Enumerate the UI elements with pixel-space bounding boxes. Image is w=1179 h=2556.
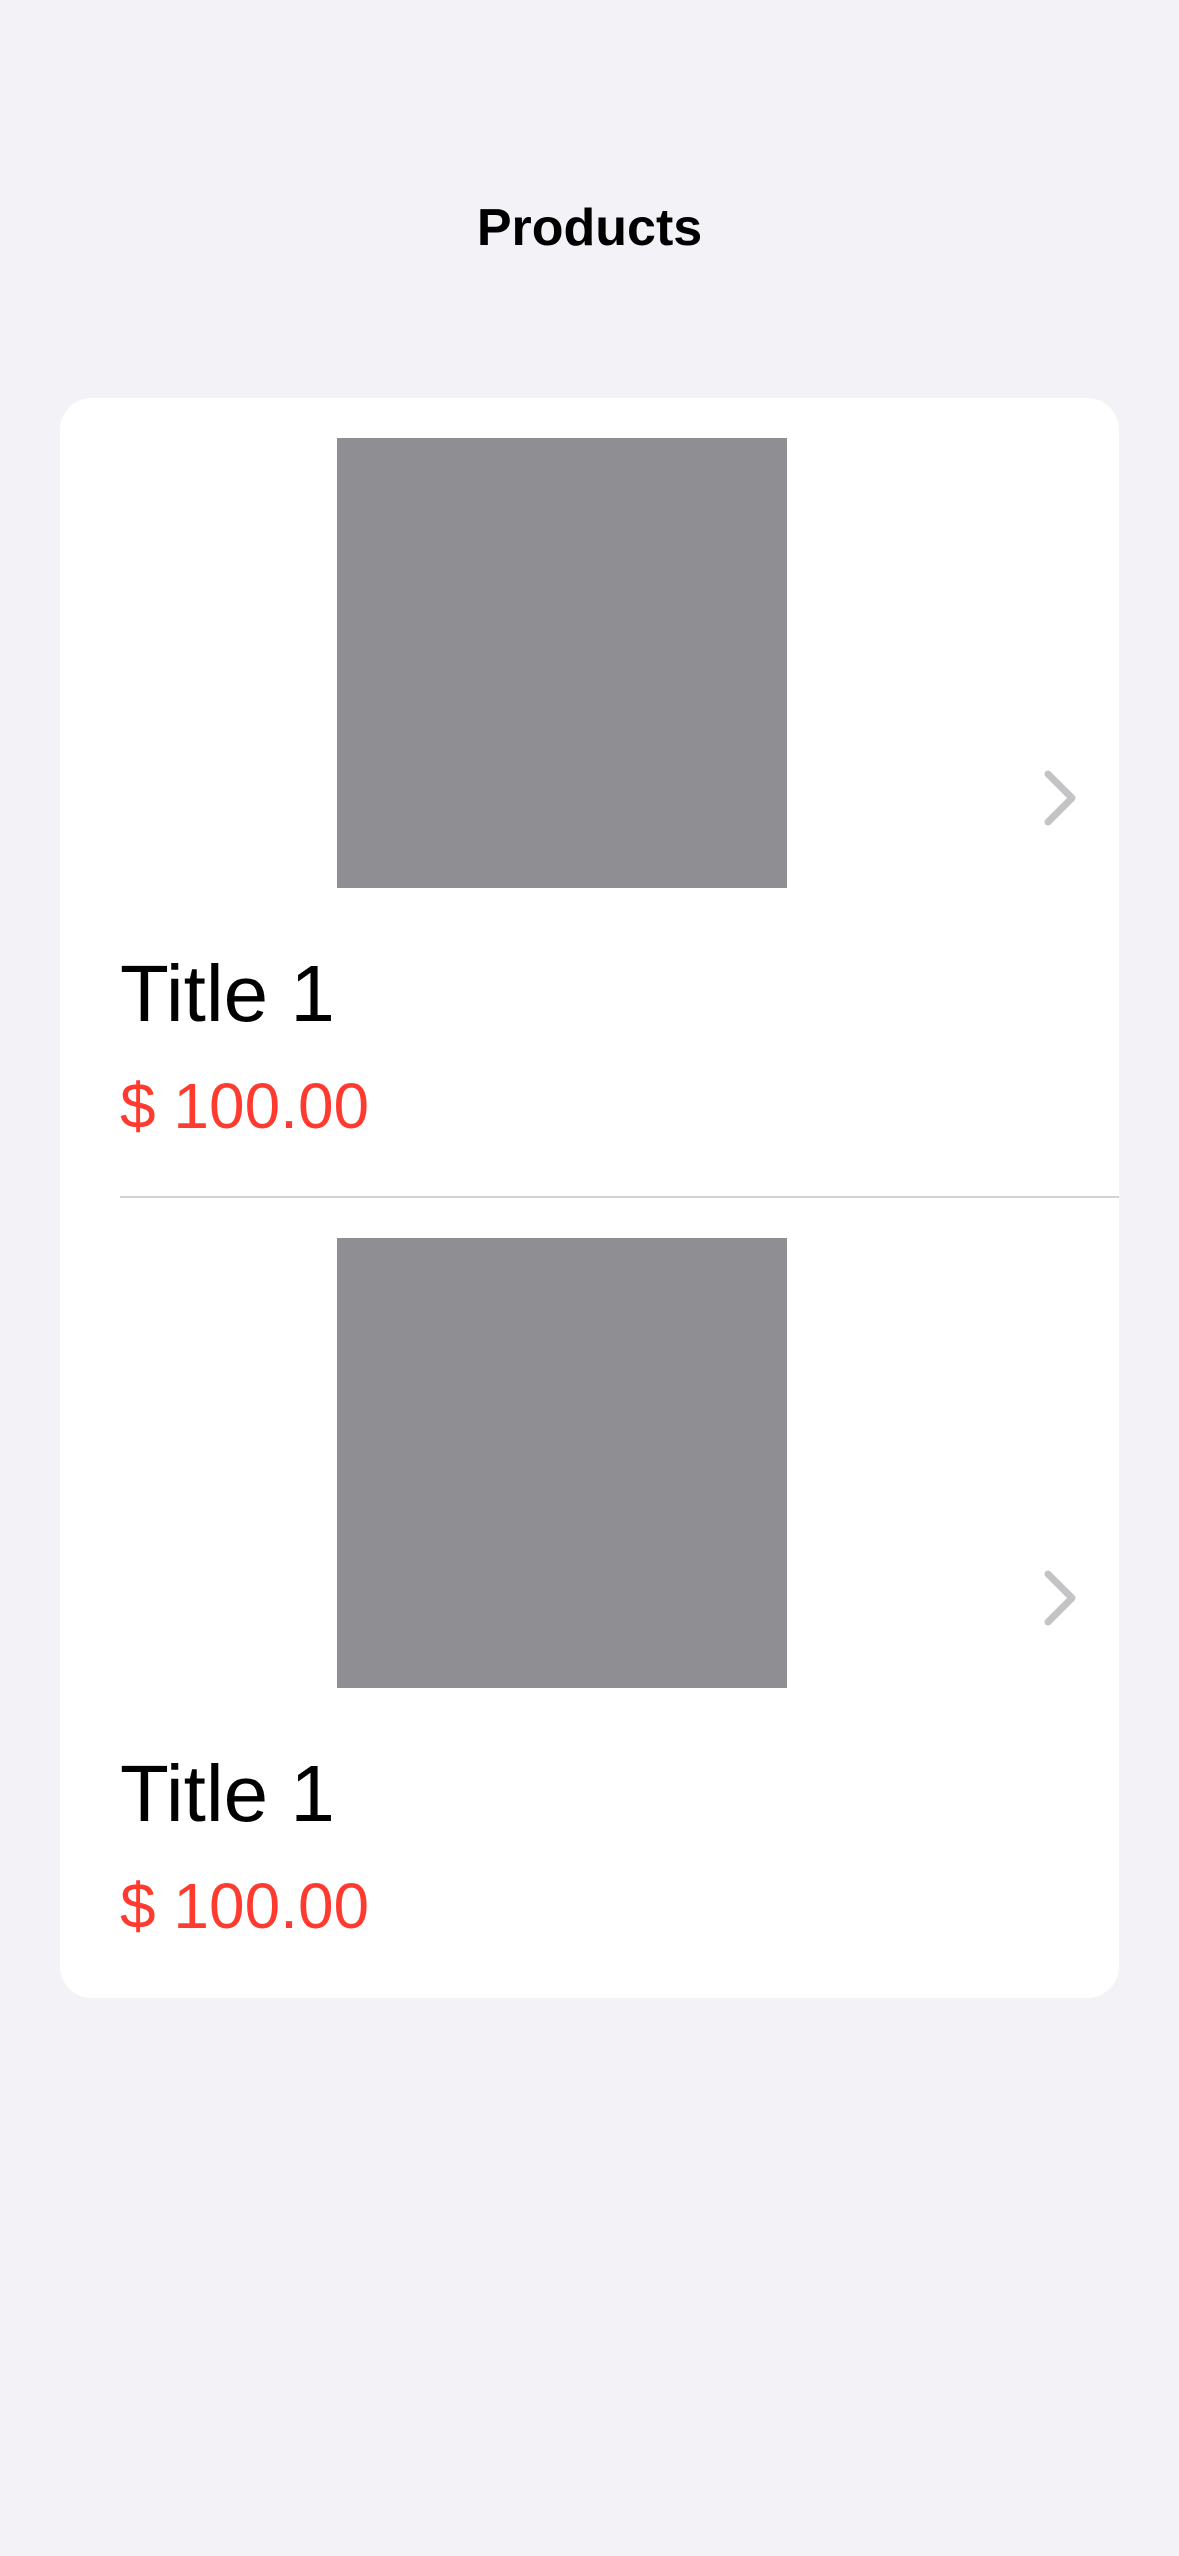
product-title: Title 1 [120, 949, 335, 1038]
navigation-bar: Products [0, 0, 1179, 330]
chevron-right-icon [1030, 766, 1090, 830]
product-image-placeholder [337, 1238, 787, 1688]
product-price: $ 100.00 [120, 1070, 370, 1142]
product-price: $ 100.00 [120, 1870, 370, 1942]
product-image-placeholder [337, 438, 787, 888]
product-list: Title 1 $ 100.00 Title 1 $ 100.00 [60, 398, 1119, 1998]
chevron-right-icon [1030, 1566, 1090, 1630]
page-title: Products [476, 199, 703, 257]
product-title: Title 1 [120, 1749, 335, 1838]
product-row[interactable]: Title 1 $ 100.00 [60, 1198, 1119, 1998]
product-row[interactable]: Title 1 $ 100.00 [60, 398, 1119, 1198]
